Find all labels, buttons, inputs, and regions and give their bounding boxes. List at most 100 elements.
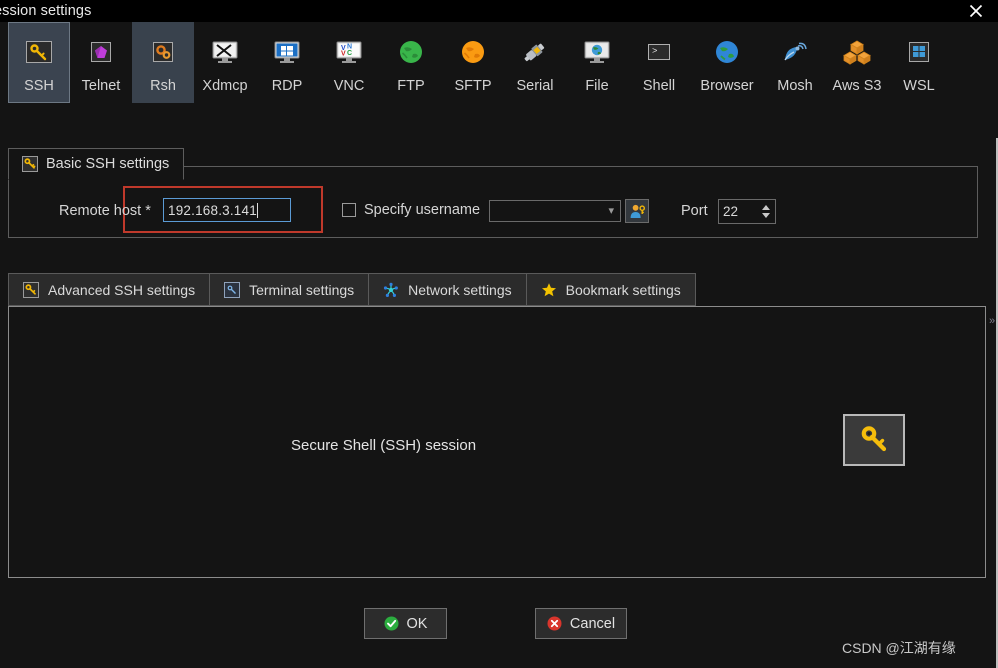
username-combobox[interactable]: ▾ (489, 200, 621, 222)
port-value: 22 (723, 204, 739, 219)
protocol-item-label: Serial (516, 78, 554, 94)
protocol-item-rsh[interactable]: Rsh (132, 22, 194, 103)
check-circle-icon (384, 616, 399, 631)
network-icon (383, 282, 399, 298)
settings-tabstrip: Advanced SSH settings Terminal settings … (8, 273, 696, 306)
protocol-item-label: SFTP (454, 78, 492, 94)
protocol-item-label: VNC (333, 78, 365, 94)
user-key-icon (630, 204, 645, 218)
terminal-prompt-icon: > (648, 44, 670, 60)
monitor-x-icon (212, 41, 238, 63)
star-icon (541, 282, 557, 298)
blue-globe-icon (716, 41, 738, 63)
edge-artifact: » (989, 315, 996, 327)
gears-icon (146, 35, 180, 69)
windows-square-icon (902, 35, 936, 69)
globe-monitor-icon (584, 41, 610, 63)
key-icon (22, 35, 56, 69)
terminal-icon (224, 281, 241, 298)
gears-icon (153, 42, 173, 62)
protocol-item-sftp[interactable]: SFTP (442, 22, 504, 103)
basic-ssh-settings-tab-label: Basic SSH settings (46, 156, 170, 172)
key-icon (21, 156, 38, 173)
key-icon (23, 281, 39, 298)
basic-ssh-settings-tab[interactable]: Basic SSH settings (8, 148, 185, 180)
tab-label: Advanced SSH settings (48, 281, 196, 298)
title-bar: ession settings (0, 0, 998, 22)
protocol-item-label: File (585, 78, 609, 94)
orange-globe-icon (456, 35, 490, 69)
port-spinner[interactable]: 22 (718, 199, 776, 224)
chevron-down-icon: ▾ (608, 204, 614, 217)
protocol-item-xdmcp[interactable]: Xdmcp (194, 22, 256, 103)
protocol-item-wsl[interactable]: WSL (888, 22, 950, 103)
ok-button[interactable]: OK (364, 608, 447, 639)
protocol-item-mosh[interactable]: Mosh (764, 22, 826, 103)
protocol-item-label: RDP (271, 78, 303, 94)
key-icon (26, 41, 52, 63)
select-user-button[interactable] (625, 199, 649, 223)
protocol-item-label: Rsh (150, 78, 176, 94)
specify-username-label: Specify username (364, 202, 481, 218)
text-caret (256, 202, 258, 218)
tab-bookmark-settings[interactable]: Bookmark settings (525, 273, 696, 306)
green-globe-icon (400, 41, 422, 63)
remote-host-input[interactable]: 192.168.3.141 (163, 198, 291, 222)
port-spinner-arrows[interactable] (762, 205, 775, 218)
blue-globe-icon (710, 35, 744, 69)
protocol-item-label: WSL (903, 78, 935, 94)
session-settings-dialog: ession settings SSH Telnet Rsh Xdmcp RDP… (0, 0, 998, 668)
green-globe-icon (394, 35, 428, 69)
tab-terminal-settings[interactable]: Terminal settings (209, 273, 369, 306)
spinner-up-icon[interactable] (762, 205, 770, 210)
protocol-item-label: Mosh (777, 78, 813, 94)
session-caption: Secure Shell (SSH) session (291, 437, 477, 454)
protocol-item-rdp[interactable]: RDP (256, 22, 318, 103)
protocol-item-label: Aws S3 (832, 78, 882, 94)
windows-square-icon (909, 42, 929, 62)
satellite-dish-icon (778, 35, 812, 69)
protocol-item-serial[interactable]: Serial (504, 22, 566, 103)
close-icon (969, 4, 983, 18)
close-button[interactable] (954, 0, 998, 22)
protocol-item-label: FTP (397, 78, 425, 94)
gem-icon (91, 42, 111, 62)
protocol-selector: SSH Telnet Rsh Xdmcp RDP V N C V VNC FTP… (0, 22, 998, 138)
protocol-item-telnet[interactable]: Telnet (70, 22, 132, 103)
ok-button-label: OK (406, 615, 428, 632)
monitor-x-icon (208, 35, 242, 69)
cancel-button[interactable]: Cancel (535, 608, 627, 639)
key-icon (23, 281, 39, 298)
vnc-monitor-icon: V N C V (336, 41, 362, 63)
tab-network-settings[interactable]: Network settings (368, 273, 526, 306)
tab-advanced-ssh-settings[interactable]: Advanced SSH settings (8, 273, 210, 306)
remote-host-value: 192.168.3.141 (168, 202, 257, 218)
cancel-button-label: Cancel (569, 615, 616, 632)
protocol-item-shell[interactable]: > Shell (628, 22, 690, 103)
window-title: ession settings (0, 3, 92, 19)
network-icon (384, 282, 399, 297)
svg-text:C: C (347, 50, 352, 57)
specify-username-group[interactable]: Specify username (342, 202, 480, 218)
tab-label: Bookmark settings (565, 281, 681, 298)
gem-icon (84, 35, 118, 69)
svg-text:>: > (652, 47, 657, 57)
specify-username-checkbox[interactable] (342, 203, 356, 217)
x-circle-icon (547, 616, 562, 631)
protocol-item-ftp[interactable]: FTP (380, 22, 442, 103)
protocol-item-browser[interactable]: Browser (690, 22, 764, 103)
protocol-item-aws-s3[interactable]: Aws S3 (826, 22, 888, 103)
vnc-monitor-icon: V N C V (332, 35, 366, 69)
windows-monitor-icon (270, 35, 304, 69)
spinner-down-icon[interactable] (762, 213, 770, 218)
protocol-item-file[interactable]: File (566, 22, 628, 103)
protocol-item-vnc[interactable]: V N C V VNC (318, 22, 380, 103)
watermark: CSDN @江湖有缘 (842, 640, 956, 656)
protocol-item-ssh[interactable]: SSH (8, 22, 70, 103)
protocol-item-label: Xdmcp (202, 78, 248, 94)
protocol-item-label: Shell (642, 78, 676, 94)
orange-globe-icon (462, 41, 484, 63)
remote-host-label: Remote host * (59, 203, 151, 219)
satellite-dish-icon (784, 42, 807, 61)
svg-text:V: V (341, 51, 346, 58)
